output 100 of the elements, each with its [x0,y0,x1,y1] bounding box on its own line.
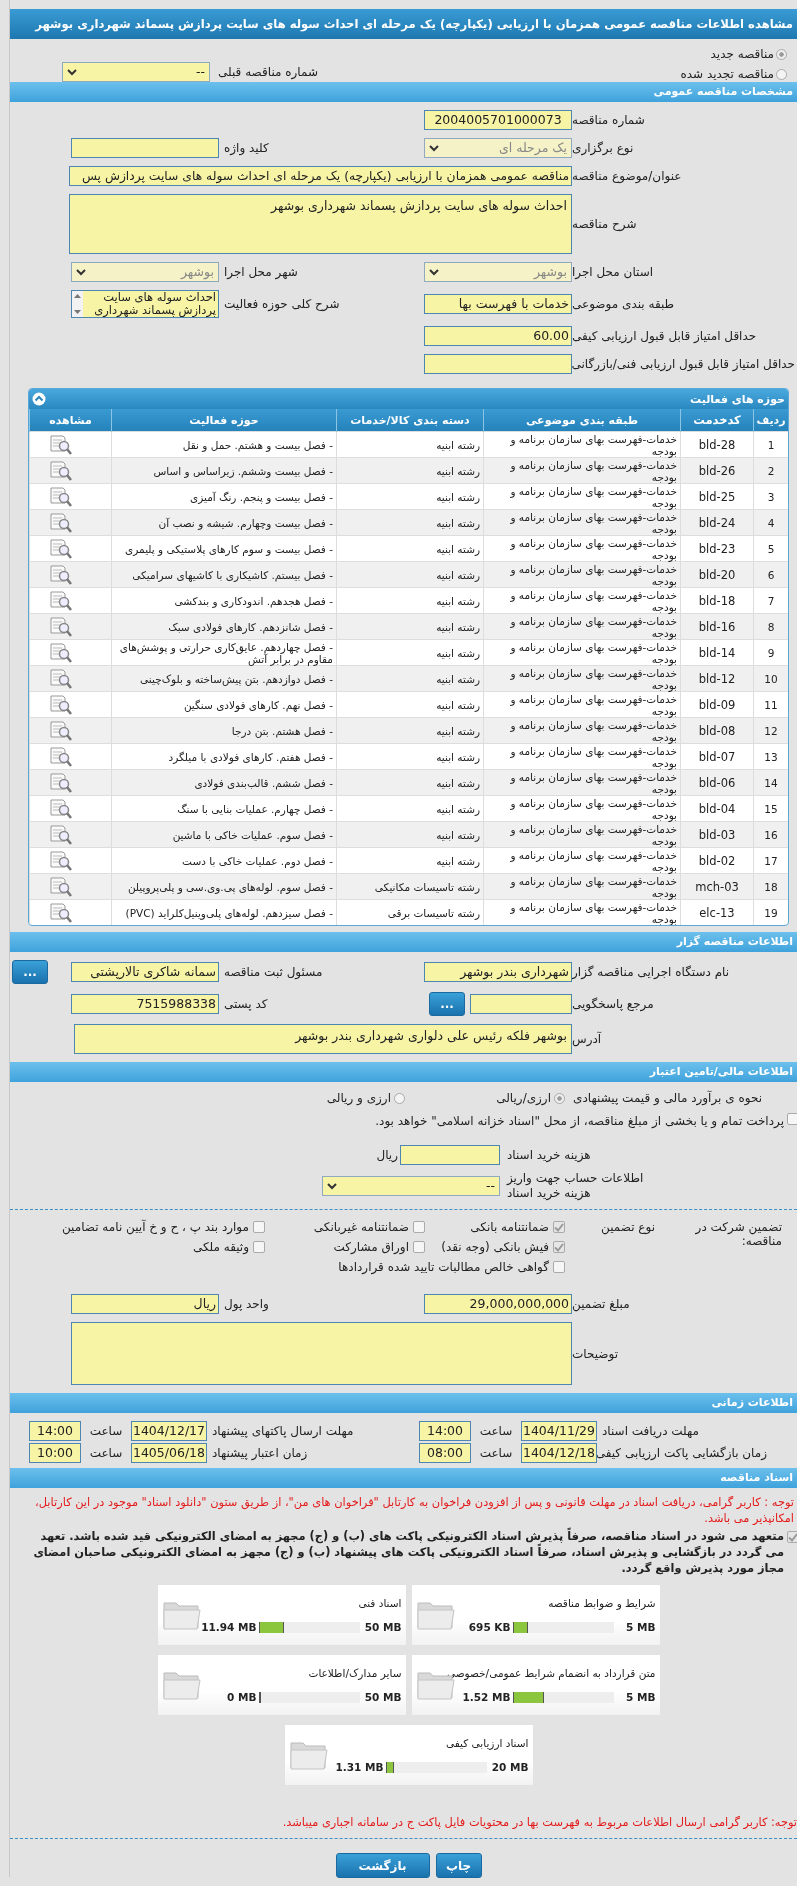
table-cell: خدمات-فهرست بهای سازمان برنامه و بودجه [483,613,681,640]
field-label: کد پستی [223,997,269,1011]
text-field[interactable]: خدمات با فهرست بها [424,294,572,314]
size-used: 0 MB [227,1691,257,1703]
size-used: 11.94 MB [201,1621,257,1633]
document-search-icon[interactable] [48,745,73,768]
text-area[interactable] [71,1322,572,1385]
table-cell: رشته ابنیه [336,665,484,692]
document-search-icon[interactable] [48,875,73,898]
checkbox[interactable] [253,1241,265,1253]
checkbox-label: فیش بانکی (وجه نقد) [441,1240,549,1254]
column-header[interactable]: دسته بندی کالا/خدمات [336,409,484,432]
document-search-icon[interactable] [48,641,73,664]
document-search-icon[interactable] [48,771,73,794]
radio-button[interactable] [776,48,787,60]
field-label: طبقه بندی موضوعی [572,297,676,311]
radio-button[interactable] [554,1092,565,1104]
document-search-icon[interactable] [48,433,73,456]
section-header: اطلاعات مناقصه گزار [10,932,797,952]
chevron-down-icon [429,268,439,276]
size-limit: 5 MB [625,1691,656,1703]
column-header[interactable]: طبقه بندی موضوعی [483,409,681,432]
document-search-icon[interactable] [48,849,73,872]
text-field[interactable] [71,138,219,158]
document-search-icon[interactable] [48,719,73,742]
text-field[interactable]: 60.00 [424,326,572,346]
document-search-icon[interactable] [48,589,73,612]
document-search-icon[interactable] [48,511,73,534]
print-button[interactable]: چاپ [435,1853,482,1878]
document-search-icon[interactable] [48,901,73,924]
document-search-icon[interactable] [48,563,73,586]
text-area[interactable]: احداث سوله های سایت پردازش پسماند شهرداری بوشهر [69,194,572,254]
table-cell: elc-13 [680,899,754,925]
date-field[interactable]: 1405/06/18 [131,1443,207,1463]
text-field[interactable]: شهرداری بندر بوشهر [424,962,572,982]
document-search-icon[interactable] [48,485,73,508]
table-cell: 12 [753,717,788,744]
document-search-icon[interactable] [48,537,73,560]
time-field[interactable]: 08:00 [419,1443,471,1463]
checkbox[interactable] [787,1531,797,1543]
text-field[interactable]: سمانه شاکری تالارپشتی [71,962,219,982]
table-cell: bld-20 [680,561,754,588]
text-field[interactable]: 2004005701000073 [424,110,572,130]
field-label: شهر محل اجرا [223,265,299,279]
column-header[interactable]: حوزه فعالیت [111,409,337,432]
checkbox[interactable] [553,1241,565,1253]
checkbox[interactable] [553,1221,565,1233]
date-field[interactable]: 1404/12/17 [131,1421,207,1441]
date-field[interactable]: 1404/11/29 [521,1421,597,1441]
dropdown[interactable]: -- [62,62,210,82]
field-label: اطلاعات حساب جهت واریز هزینه خرید اسناد [505,1171,645,1201]
more-button[interactable]: ... [12,960,48,984]
collapse-icon[interactable] [32,392,46,406]
document-search-icon[interactable] [48,615,73,638]
unit-label: ریال [376,1148,399,1162]
more-button[interactable]: ... [429,992,465,1016]
field-label: ساعت [478,1424,514,1438]
time-field[interactable]: 10:00 [29,1443,81,1463]
text-field[interactable] [470,994,572,1014]
table-cell: رشته ابنیه [336,561,484,588]
text-area[interactable]: بوشهر فلکه رئیس علی دلواری شهرداری بندر بوشهر [74,1024,572,1054]
checkbox[interactable] [413,1241,425,1253]
document-search-icon[interactable] [48,459,73,482]
field-label: استان محل اجرا [572,265,655,279]
checkbox[interactable] [553,1261,565,1273]
dropdown[interactable]: -- [322,1176,500,1196]
document-search-icon[interactable] [48,693,73,716]
date-field[interactable]: 1404/12/18 [521,1443,597,1463]
table-cell: رشته ابنیه [336,821,484,848]
text-field[interactable]: 7515988338 [71,994,219,1014]
section-header: اطلاعات مالی/تامین اعتبار [10,1062,797,1082]
time-field[interactable]: 14:00 [29,1421,81,1441]
text-field[interactable] [424,354,572,374]
table-cell: 10 [753,665,788,692]
back-button[interactable]: بازگشت [335,1853,430,1878]
column-header[interactable]: مشاهده [29,409,112,432]
radio-label: مناقصه تجدید شده [680,67,774,81]
checkbox[interactable] [253,1221,265,1233]
size-used: 1.52 MB [462,1691,511,1703]
checkbox[interactable] [787,1113,797,1125]
time-field[interactable]: 14:00 [419,1421,471,1441]
column-header[interactable]: ردیف [753,409,788,432]
column-header[interactable]: کدخدمت [680,409,754,432]
text-field[interactable] [400,1145,500,1165]
document-search-icon[interactable] [48,797,73,820]
checkbox[interactable] [413,1221,425,1233]
text-field[interactable]: ریال [71,1294,219,1314]
document-search-icon[interactable] [48,823,73,846]
size-used: 1.31 MB [335,1761,384,1773]
text-field[interactable]: مناقصه عمومی همزمان با ارزیابی (یکپارچه) یک مرحله ای احداث سوله های سایت پردازش پس [69,166,572,186]
checkbox-label: گواهی خالص مطالبات تایید شده قراردادها [338,1260,549,1274]
document-search-icon[interactable] [48,667,73,690]
radio-button[interactable] [776,68,787,80]
field-label: نوع تضمین [600,1220,655,1234]
notice-text: توجه : کاربر گرامی، دریافت اسناد در مهلت قانونی و پس از افزودن فراخوان به کارتابل "فراخوان های من"، از طریق ستون "دانلود اسناد" موجود در این کارتابل، امکانپذیر می باشد. [34,1494,794,1526]
text-field[interactable]: 29,000,000,000 [424,1294,572,1314]
radio-button[interactable] [394,1092,405,1104]
chevron-down-icon [327,1182,337,1190]
list-box[interactable]: احداث سوله های سایت پردازش پسماند شهرداری [71,290,219,318]
table-cell: رشته تاسیسات مکانیکی [336,873,484,900]
